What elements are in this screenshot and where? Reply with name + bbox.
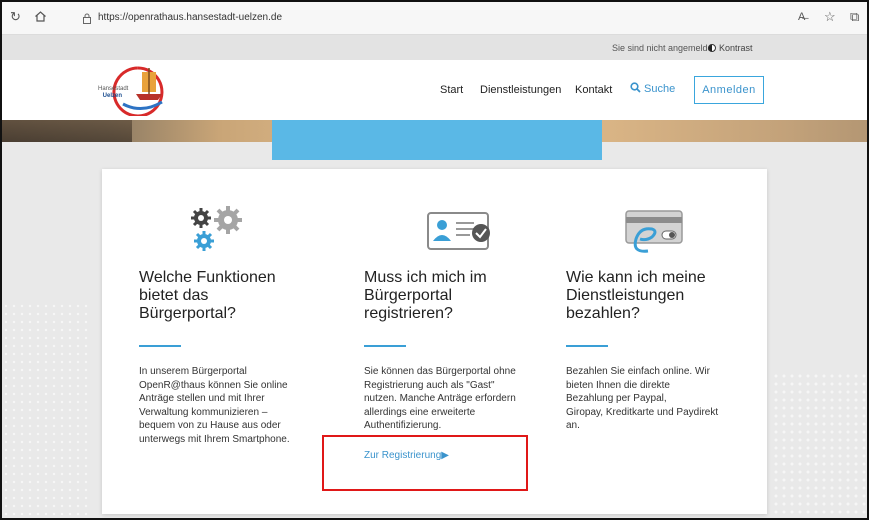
section-divider [566,345,608,347]
site-header: Hansestadt Uelzen Start Dienstleistungen… [2,60,867,120]
logo-line2: Uelzen [102,93,122,99]
text-line: unterwegs mit Ihrem Smartphone. [139,433,290,445]
text-line: OpenR@thaus können Sie online [139,379,288,391]
text-line: Authentifizierung. [364,420,442,431]
nav-kontakt[interactable]: Kontakt [575,84,612,96]
registration-title: Muss ich mich im Bürgerportal registrier… [364,269,544,323]
hero-image-shadow [2,120,132,142]
contrast-label: Kontrast [719,43,753,53]
browser-window: ↻ https://openrathaus.hansestadt-uelzen.… [0,0,869,520]
text-line: Bezahlen Sie einfach online. Wir [566,366,710,377]
collections-icon[interactable]: ⧉ [850,10,859,24]
features-text: In unserem Bürgerportal OpenR@thaus könn… [139,365,309,446]
login-button[interactable]: Anmelden [694,76,764,104]
gears-icon [191,206,242,251]
search-link[interactable]: Suche [630,82,675,95]
reload-icon[interactable]: ↻ [10,10,21,24]
text-line: an. [566,420,580,431]
title-line: Wie kann ich meine [566,269,706,286]
id-card-check-icon [427,212,490,250]
section-divider [139,345,181,347]
favorites-icon[interactable]: ☆ [824,10,836,24]
title-line: bietet das [139,287,209,304]
home-icon[interactable] [34,10,47,26]
nav-start[interactable]: Start [440,84,463,96]
text-line: Bezahlung per Paypal, [566,393,667,404]
service-bar: Sie sind nicht angemeldet Kontrast [2,35,867,60]
features-title: Welche Funktionen bietet das Bürgerporta… [139,269,319,323]
search-icon [630,82,641,93]
logo-wordmark: Hansestadt Uelzen [98,86,128,100]
text-line: Sie können das Bürgerportal ohne [364,366,516,377]
title-line: registrieren? [364,305,453,322]
read-aloud-icon[interactable]: A̶ [798,10,805,24]
text-line: bieten Ihnen die direkte [566,379,670,391]
contrast-toggle[interactable]: Kontrast [708,43,753,53]
text-line: allerdings eine erweiterte [364,406,476,418]
text-line: Registrierung auch als "Gast" [364,379,495,391]
text-line: Verwaltung kommunizieren – [139,406,268,418]
text-line: Giropay, Kreditkarte und Paydirekt [566,406,719,418]
search-label: Suche [644,83,676,95]
title-line: bezahlen? [566,305,640,322]
section-divider [364,345,406,347]
title-line: Bürgerportal? [139,305,236,322]
text-line: nutzen. Manche Anträge erfordern [364,393,516,404]
address-bar[interactable]: https://openrathaus.hansestadt-uelzen.de [98,12,282,23]
dot-pattern-right [772,372,867,517]
title-line: Muss ich mich im [364,269,487,286]
text-line: Anträge stellen und mit Ihrer [139,393,265,404]
logo-line1: Hansestadt [98,86,129,92]
dot-pattern-left [2,302,92,517]
highlight-box [322,435,528,491]
title-line: Dienstleistungen [566,287,685,304]
contrast-icon [708,44,716,52]
registration-text: Sie können das Bürgerportal ohne Registr… [364,365,534,433]
browser-toolbar: ↻ https://openrathaus.hansestadt-uelzen.… [2,2,867,35]
nav-dienstleistungen[interactable]: Dienstleistungen [480,84,561,96]
lock-icon[interactable] [82,11,92,24]
payment-text: Bezahlen Sie einfach online. Wir bieten … [566,365,736,433]
login-status: Sie sind nicht angemeldet [612,43,716,53]
hero-banner [272,120,602,160]
payment-title: Wie kann ich meine Dienstleistungen beza… [566,269,746,323]
title-line: Bürgerportal [364,287,453,304]
title-line: Welche Funktionen [139,269,276,286]
payment-card-icon [625,210,683,253]
text-line: In unserem Bürgerportal [139,366,247,377]
text-line: bequem von zu Hause aus oder [139,420,281,431]
